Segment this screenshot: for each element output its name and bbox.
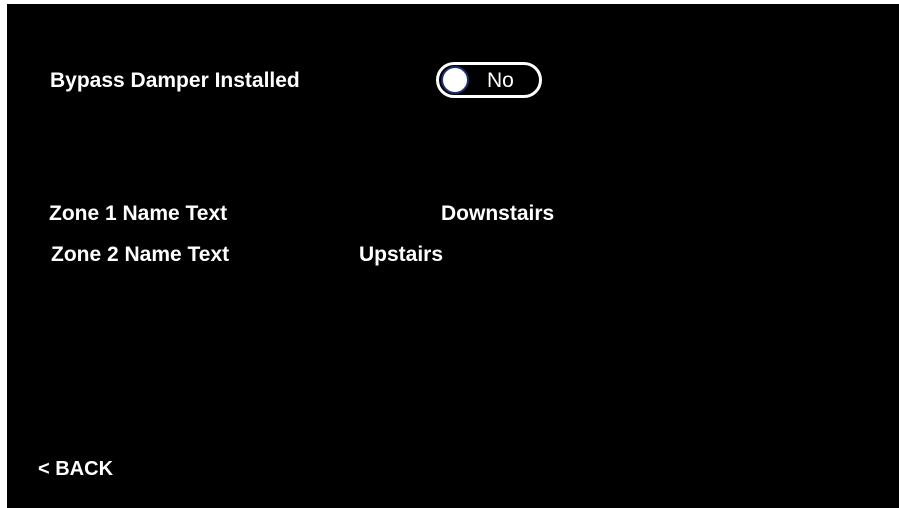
zone-1-name-value[interactable]: Downstairs — [441, 201, 554, 227]
zone-1-name-label: Zone 1 Name Text — [49, 202, 228, 225]
bypass-damper-toggle[interactable]: No — [436, 62, 542, 98]
zone-2-name-label: Zone 2 Name Text — [51, 243, 230, 266]
settings-screen: Bypass Damper Installed No Zone 1 Name T… — [7, 4, 899, 508]
back-button[interactable]: < BACK — [38, 456, 113, 482]
bypass-damper-label: Bypass Damper Installed — [50, 69, 300, 92]
zone-2-name-value[interactable]: Upstairs — [359, 242, 443, 268]
toggle-state-label: No — [487, 69, 514, 92]
toggle-knob — [441, 66, 469, 94]
